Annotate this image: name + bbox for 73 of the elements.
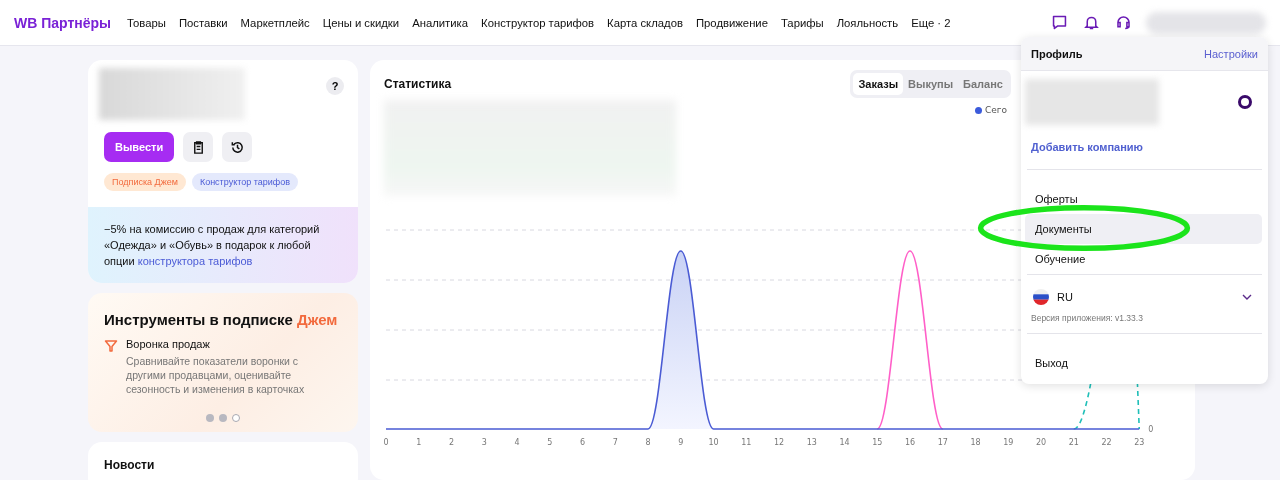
report-button[interactable]: [183, 132, 214, 162]
axis-label: 10: [708, 438, 719, 447]
legend-label: Сего: [984, 105, 1007, 115]
axis-label: 3: [481, 438, 487, 447]
nav-link[interactable]: Поставки: [178, 16, 228, 29]
nav-link[interactable]: Еще · 2: [911, 16, 951, 29]
menu-item[interactable]: Документы: [1025, 214, 1262, 244]
chat-icon[interactable]: [1051, 14, 1068, 31]
menu-title: Профиль: [1031, 48, 1083, 60]
nav-link[interactable]: Аналитика: [412, 16, 469, 29]
nav-link[interactable]: Карта складов: [607, 16, 683, 29]
menu-item[interactable]: Оферты: [1025, 184, 1262, 214]
axis-label: 15: [872, 438, 883, 447]
tab[interactable]: Выкупы: [903, 73, 959, 95]
language-label[interactable]: RU: [1057, 291, 1073, 303]
nav-link[interactable]: Лояльность: [836, 16, 899, 29]
axis-label: 20: [1035, 438, 1047, 447]
axis-label: 0: [1148, 425, 1154, 434]
tab[interactable]: Заказы: [853, 73, 904, 95]
axis-label: 17: [937, 438, 948, 447]
tab[interactable]: Баланс: [958, 73, 1008, 95]
axis-label: 13: [806, 438, 817, 447]
version-text: Версия приложения: v1.33.3: [1030, 313, 1144, 325]
nav-link[interactable]: Конструктор тарифов: [481, 16, 595, 29]
card-title: Статистика: [384, 77, 452, 91]
help-button[interactable]: ?: [326, 77, 344, 95]
axis-label: 12: [773, 438, 785, 447]
bell-icon[interactable]: [1083, 14, 1100, 31]
logout-item[interactable]: Выход: [1025, 348, 1262, 378]
headset-icon[interactable]: [1115, 14, 1132, 31]
axis-label: 1: [416, 438, 422, 447]
axis-label: 19: [1003, 438, 1014, 447]
axis-label: 4: [514, 438, 520, 447]
axis-label: 18: [970, 438, 981, 447]
nav-link[interactable]: Тарифы: [780, 16, 824, 29]
logo[interactable]: WB Партнёры: [14, 14, 112, 31]
nav-link[interactable]: Товары: [127, 16, 166, 29]
promo-text: −5% на комиссию с продаж для категорий «Одежда» и «Обувь» в подарок к любой опции конструктора тарифов: [104, 222, 321, 269]
axis-label: 14: [839, 438, 850, 447]
axis-label: 5: [547, 438, 553, 447]
card-title: Инструменты в подписке Джем: [104, 311, 339, 328]
add-company-link[interactable]: Добавить компанию: [1021, 125, 1268, 169]
axis-label: 7: [612, 438, 618, 447]
menu-item[interactable]: Обучение: [1025, 244, 1262, 274]
feature-text: Сравнивайте показатели воронки с другими продавцами, оценивайте сезонность и изменения в карточках: [126, 354, 306, 396]
promo-link[interactable]: конструктора тарифов: [137, 255, 253, 267]
chevron-down-icon[interactable]: [1242, 294, 1252, 300]
axis-label: 23: [1134, 438, 1145, 447]
axis-label: 22: [1101, 438, 1112, 447]
axis-label: 8: [645, 438, 651, 447]
axis-label: 0: [383, 438, 389, 447]
card-title: Новости: [104, 458, 156, 472]
tag[interactable]: Конструктор тарифов: [191, 173, 298, 191]
feature-title: Воронка продаж: [126, 338, 211, 350]
carousel-dot[interactable]: [219, 414, 227, 422]
nav-link[interactable]: Цены и скидки: [322, 16, 400, 29]
withdraw-button[interactable]: Вывести: [104, 132, 175, 162]
settings-link[interactable]: Настройки: [1204, 48, 1258, 60]
carousel-dot[interactable]: [232, 414, 240, 422]
axis-label: 21: [1068, 438, 1079, 447]
axis-label: 6: [579, 438, 586, 447]
history-icon: [229, 139, 245, 155]
funnel-icon: [104, 339, 118, 353]
flag-icon: [1033, 289, 1049, 305]
history-button[interactable]: [222, 132, 253, 162]
nav-link[interactable]: Продвижение: [695, 16, 768, 29]
carousel-dot[interactable]: [206, 414, 214, 422]
axis-label: 11: [741, 438, 752, 447]
nav-link[interactable]: Маркетплейс: [240, 16, 310, 29]
axis-label: 16: [904, 438, 916, 447]
axis-label: 2: [448, 438, 455, 447]
radio-button[interactable]: [1238, 95, 1252, 109]
axis-label: 9: [678, 438, 684, 447]
